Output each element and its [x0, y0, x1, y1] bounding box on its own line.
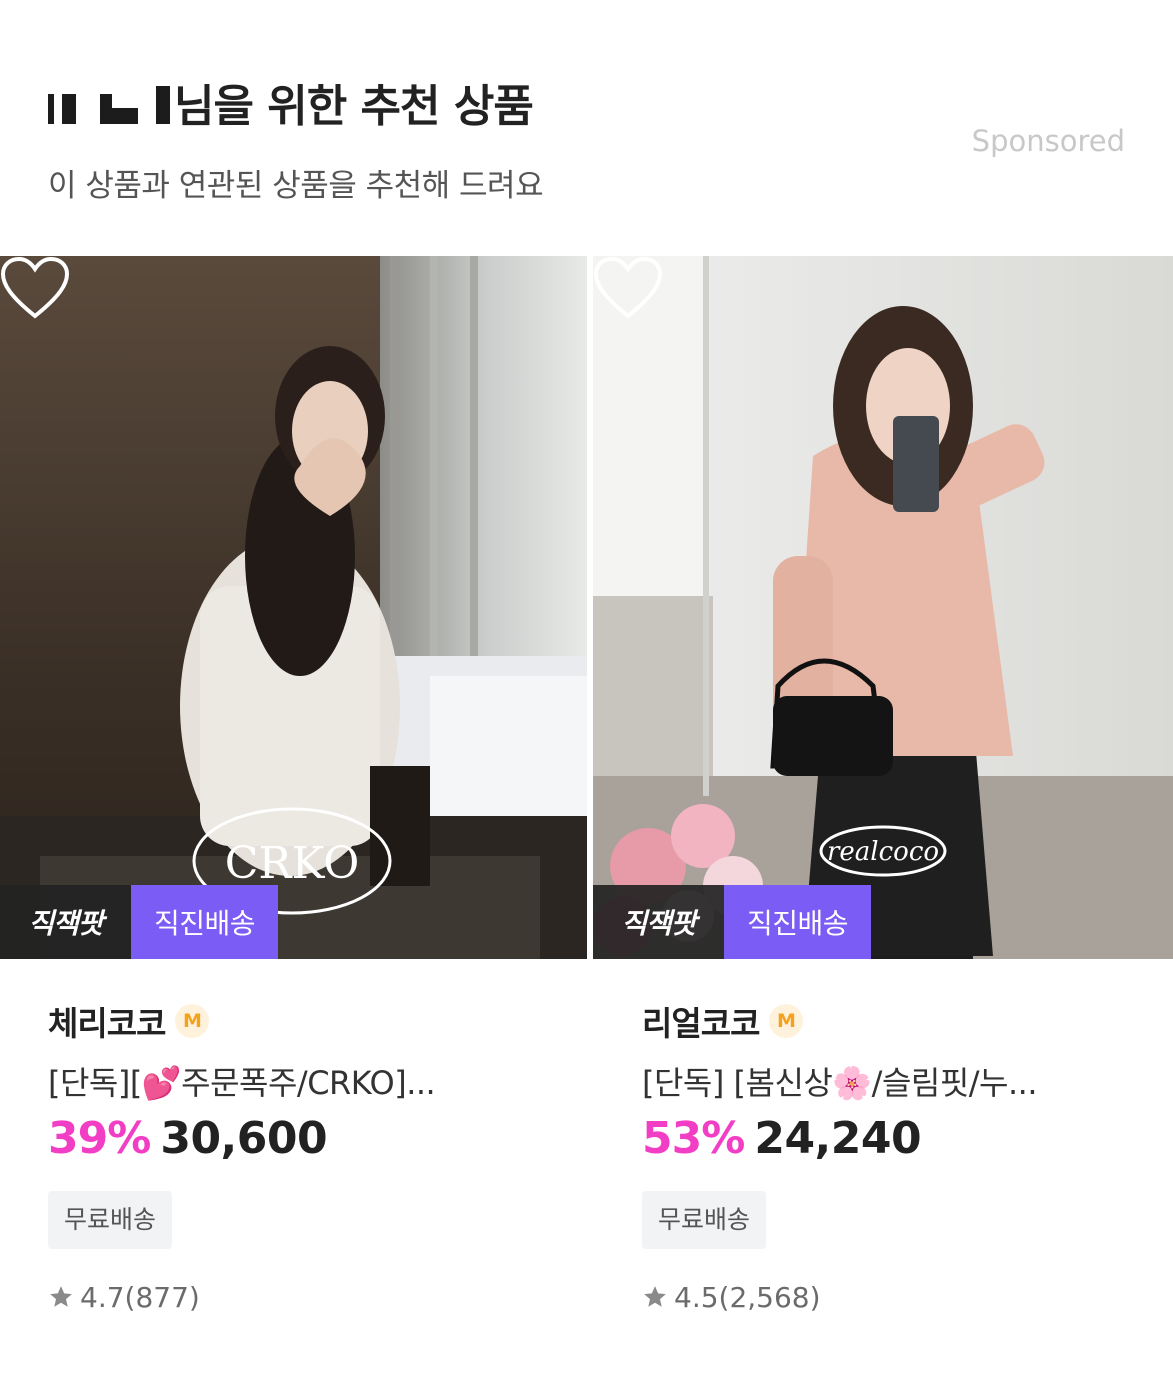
review-count: (877)	[124, 1280, 200, 1314]
jackpot-badge: 직잭팟	[0, 885, 131, 959]
section-title: 님을 위한 추천 상품	[48, 72, 534, 132]
recommendation-header: 님을 위한 추천 상품 이 상품과 연관된 상품을 추천해 드려요 Sponso…	[0, 0, 1173, 256]
masked-username	[48, 80, 170, 124]
sale-price: 24,240	[754, 1113, 922, 1164]
rating: 4.7 (877)	[48, 1277, 587, 1317]
membership-badge: M	[175, 1004, 210, 1038]
delivery-badges: 직잭팟 직진배송	[0, 885, 278, 959]
section-subtitle: 이 상품과 연관된 상품을 추천해 드려요	[48, 168, 544, 204]
direct-delivery-badge: 직진배송	[131, 885, 278, 959]
free-shipping-tag: 무료배송	[642, 1191, 767, 1249]
membership-badge: M	[769, 1004, 804, 1038]
direct-delivery-badge: 직진배송	[724, 885, 871, 959]
delivery-badges: 직잭팟 직진배송	[593, 885, 871, 959]
product-name[interactable]: [단독][💕주문폭주/CRKO]...	[48, 1061, 587, 1105]
discount-rate: 39%	[48, 1113, 151, 1164]
sale-price: 30,600	[160, 1113, 328, 1164]
star-icon	[644, 1286, 666, 1307]
review-count: (2,568)	[718, 1280, 821, 1314]
product-card[interactable]: CRKO 직잭팟 직진배송 체리코코 M [단독][💕주문폭주/CRKO]...…	[0, 256, 587, 1317]
rating: 4.5 (2,568)	[642, 1277, 1173, 1317]
product-image[interactable]: CRKO 직잭팟 직진배송	[0, 256, 587, 959]
product-name[interactable]: [단독] [봄신상🌸/슬림핏/누...	[642, 1061, 1173, 1105]
brand-name[interactable]: 체리코코	[48, 997, 166, 1045]
product-info: 리얼코코 M [단독] [봄신상🌸/슬림핏/누... 53% 24,240 무료…	[593, 999, 1173, 1317]
price-row: 39% 30,600	[48, 1113, 587, 1173]
brand-name[interactable]: 리얼코코	[642, 997, 760, 1045]
watermark-text: CRKO	[225, 838, 360, 889]
star-icon	[50, 1286, 72, 1307]
watermark-text: realcoco	[827, 837, 939, 867]
discount-rate: 53%	[642, 1113, 745, 1164]
price-row: 53% 24,240	[642, 1113, 1173, 1173]
sponsored-label: Sponsored	[971, 124, 1125, 158]
heart-icon[interactable]	[0, 256, 70, 320]
product-photo: realcoco	[593, 256, 1173, 959]
product-photo: CRKO	[0, 256, 587, 959]
product-card[interactable]: realcoco 직잭팟 직진배송 리얼코코 M [단독] [봄신상🌸/슬림핏/…	[593, 256, 1173, 1317]
heart-icon[interactable]	[593, 256, 663, 320]
section-title-text: 님을 위한 추천 상품	[174, 81, 534, 132]
free-shipping-tag: 무료배송	[48, 1191, 173, 1249]
product-info: 체리코코 M [단독][💕주문폭주/CRKO]... 39% 30,600 무료…	[0, 999, 587, 1317]
product-image[interactable]: realcoco 직잭팟 직진배송	[593, 256, 1173, 959]
rating-score: 4.5	[674, 1280, 719, 1314]
rating-score: 4.7	[80, 1280, 125, 1314]
jackpot-badge: 직잭팟	[593, 885, 724, 959]
